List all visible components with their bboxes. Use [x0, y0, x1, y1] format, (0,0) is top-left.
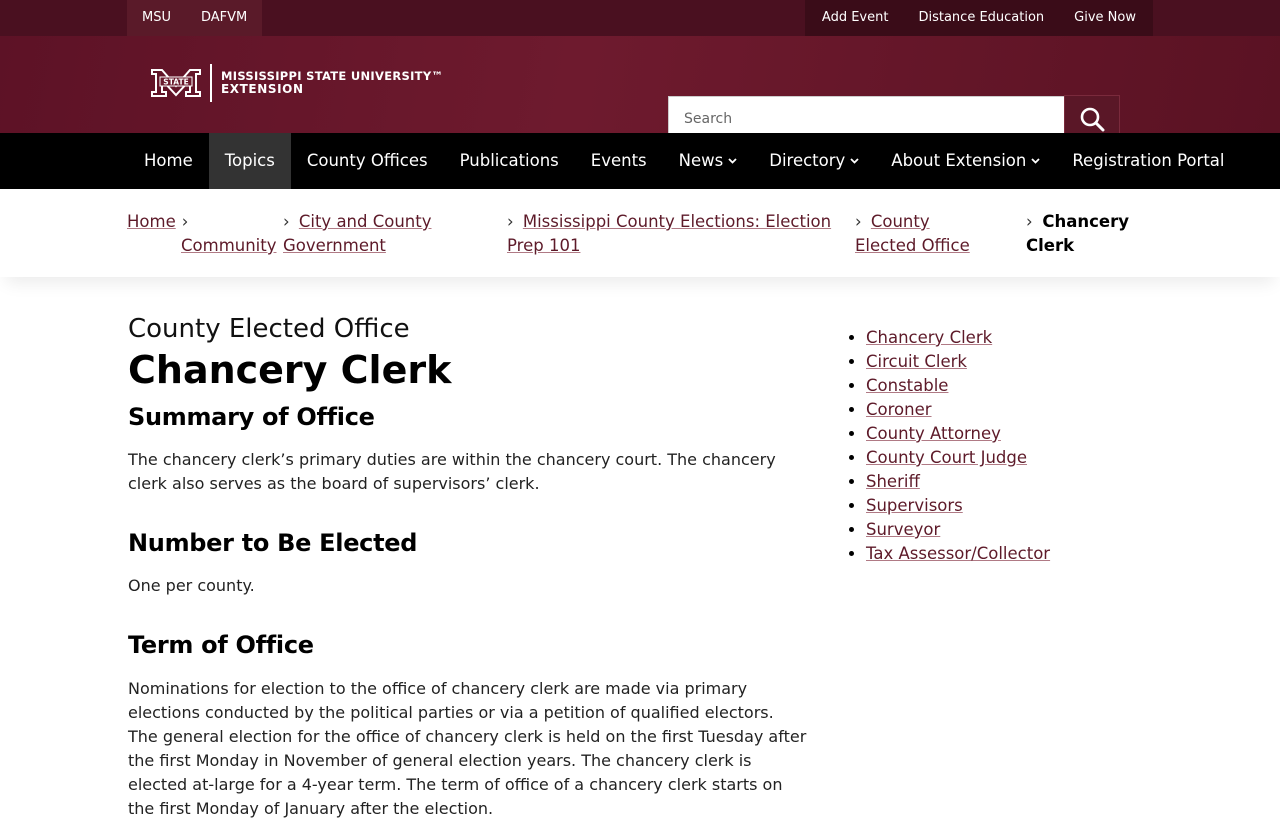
sidebar-link-sheriff[interactable]: Sheriff [866, 472, 920, 491]
section-body-number-elected: One per county. [128, 576, 255, 595]
breadcrumb-item-county-elected-office: › County Elected Office [855, 210, 995, 258]
sidebar-link-tax-assessor[interactable]: Tax Assessor/Collector [866, 544, 1050, 563]
section-body-term: Nominations for election to the office o… [128, 679, 807, 818]
main-navigation: Home Topics County Offices Publications … [0, 133, 1280, 189]
nav-item-news[interactable]: News [663, 133, 754, 189]
nav-item-label: Home [144, 151, 193, 170]
breadcrumb-item-home: Home › [127, 210, 197, 234]
sidebar-link-supervisors[interactable]: Supervisors [866, 496, 963, 515]
utility-bar: MSU DAFVM Add Event Distance Education G… [0, 0, 1280, 36]
list-item: Tax Assessor/Collector [866, 542, 1050, 566]
sidebar-link-constable[interactable]: Constable [866, 376, 948, 395]
breadcrumb-separator: › [1026, 212, 1033, 231]
page-eyebrow: County Elected Office [128, 314, 410, 344]
breadcrumb-link-community[interactable]: Community [181, 236, 277, 255]
list-item: Supervisors [866, 494, 1050, 518]
list-item: Constable [866, 374, 1050, 398]
nav-item-county-offices[interactable]: County Offices [291, 133, 444, 189]
breadcrumb: Home › Community › City and County Govern… [0, 189, 1280, 277]
main-content: County Elected Office Chancery Clerk Sum… [128, 312, 808, 821]
nav-item-label: About Extension [891, 151, 1027, 170]
breadcrumb-link-home[interactable]: Home [127, 212, 176, 231]
nav-item-home[interactable]: Home [128, 133, 209, 189]
chevron-down-icon [728, 158, 737, 164]
nav-item-publications[interactable]: Publications [444, 133, 575, 189]
section-body-summary: The chancery clerk’s primary duties are … [128, 450, 776, 493]
utility-link-dafvm[interactable]: DAFVM [186, 0, 262, 36]
sidebar-link-circuit-clerk[interactable]: Circuit Clerk [866, 352, 967, 371]
section-heading-term: Term of Office [128, 631, 314, 659]
chevron-down-icon [850, 158, 859, 164]
sidebar-link-county-court-judge[interactable]: County Court Judge [866, 448, 1027, 467]
breadcrumb-item-city-county: › City and County Government [283, 210, 458, 258]
sidebar-link-chancery-clerk[interactable]: Chancery Clerk [866, 328, 992, 347]
utility-link-msu[interactable]: MSU [127, 0, 186, 36]
utility-link-give-now[interactable]: Give Now [1059, 0, 1151, 36]
nav-item-label: Topics [224, 151, 275, 170]
breadcrumb-link-election-prep[interactable]: Mississippi County Elections: Election P… [507, 212, 831, 255]
site-header: STATE MISSISSIPPI STATE UNIVERSITY™ EXTE… [0, 36, 1280, 143]
logo-line-extension: EXTENSION [221, 82, 304, 96]
nav-item-topics[interactable]: Topics [208, 133, 291, 189]
nav-item-label: County Offices [306, 151, 428, 170]
sidebar-link-coroner[interactable]: Coroner [866, 400, 932, 419]
sidebar-link-surveyor[interactable]: Surveyor [866, 520, 940, 539]
search-icon [1080, 107, 1105, 132]
list-item: Chancery Clerk [866, 326, 1050, 350]
nav-item-label: Publications [459, 151, 559, 170]
sidebar-link-county-attorney[interactable]: County Attorney [866, 424, 1001, 443]
breadcrumb-item-election-prep: › Mississippi County Elections: Election… [507, 210, 847, 258]
nav-item-registration-portal[interactable]: Registration Portal [1056, 133, 1240, 189]
site-logo[interactable]: STATE MISSISSIPPI STATE UNIVERSITY™ EXTE… [148, 64, 443, 102]
breadcrumb-link-county-elected-office[interactable]: County Elected Office [855, 212, 970, 255]
sidebar-office-list: Chancery Clerk Circuit Clerk Constable C… [848, 326, 1050, 566]
logo-divider [210, 64, 212, 102]
utility-link-add-event[interactable]: Add Event [807, 0, 904, 36]
breadcrumb-item-current: › Chancery Clerk [1026, 210, 1136, 258]
nav-item-label: Directory [769, 151, 846, 170]
nav-item-about-extension[interactable]: About Extension [875, 133, 1056, 189]
list-item: Circuit Clerk [866, 350, 1050, 374]
page-title: Chancery Clerk [128, 348, 452, 392]
section-heading-number-elected: Number to Be Elected [128, 529, 418, 557]
breadcrumb-link-city-county[interactable]: City and County Government [283, 212, 432, 255]
nav-item-label: Events [590, 151, 647, 170]
breadcrumb-item-community: Community [181, 234, 277, 258]
list-item: County Court Judge [866, 446, 1050, 470]
list-item: Coroner [866, 398, 1050, 422]
chevron-down-icon [1031, 158, 1040, 164]
utility-left-links: MSU DAFVM [127, 0, 263, 36]
breadcrumb-separator: › [855, 212, 862, 231]
utility-right-links: Add Event Distance Education Give Now [804, 0, 1153, 36]
nav-item-label: News [678, 151, 724, 170]
msu-logo-mark-icon: STATE [151, 69, 201, 97]
breadcrumb-separator: › [181, 212, 189, 231]
svg-text:STATE: STATE [163, 78, 188, 87]
section-heading-summary: Summary of Office [128, 403, 375, 431]
breadcrumb-current-label: Chancery Clerk [1026, 212, 1129, 255]
list-item: County Attorney [866, 422, 1050, 446]
nav-item-label: Registration Portal [1072, 151, 1225, 170]
nav-item-events[interactable]: Events [575, 133, 663, 189]
breadcrumb-separator: › [507, 212, 514, 231]
list-item: Sheriff [866, 470, 1050, 494]
logo-wordmark: MISSISSIPPI STATE UNIVERSITY™ EXTENSION [221, 70, 443, 96]
breadcrumb-separator: › [283, 212, 290, 231]
utility-link-distance-education[interactable]: Distance Education [903, 0, 1059, 36]
nav-item-directory[interactable]: Directory [753, 133, 875, 189]
list-item: Surveyor [866, 518, 1050, 542]
